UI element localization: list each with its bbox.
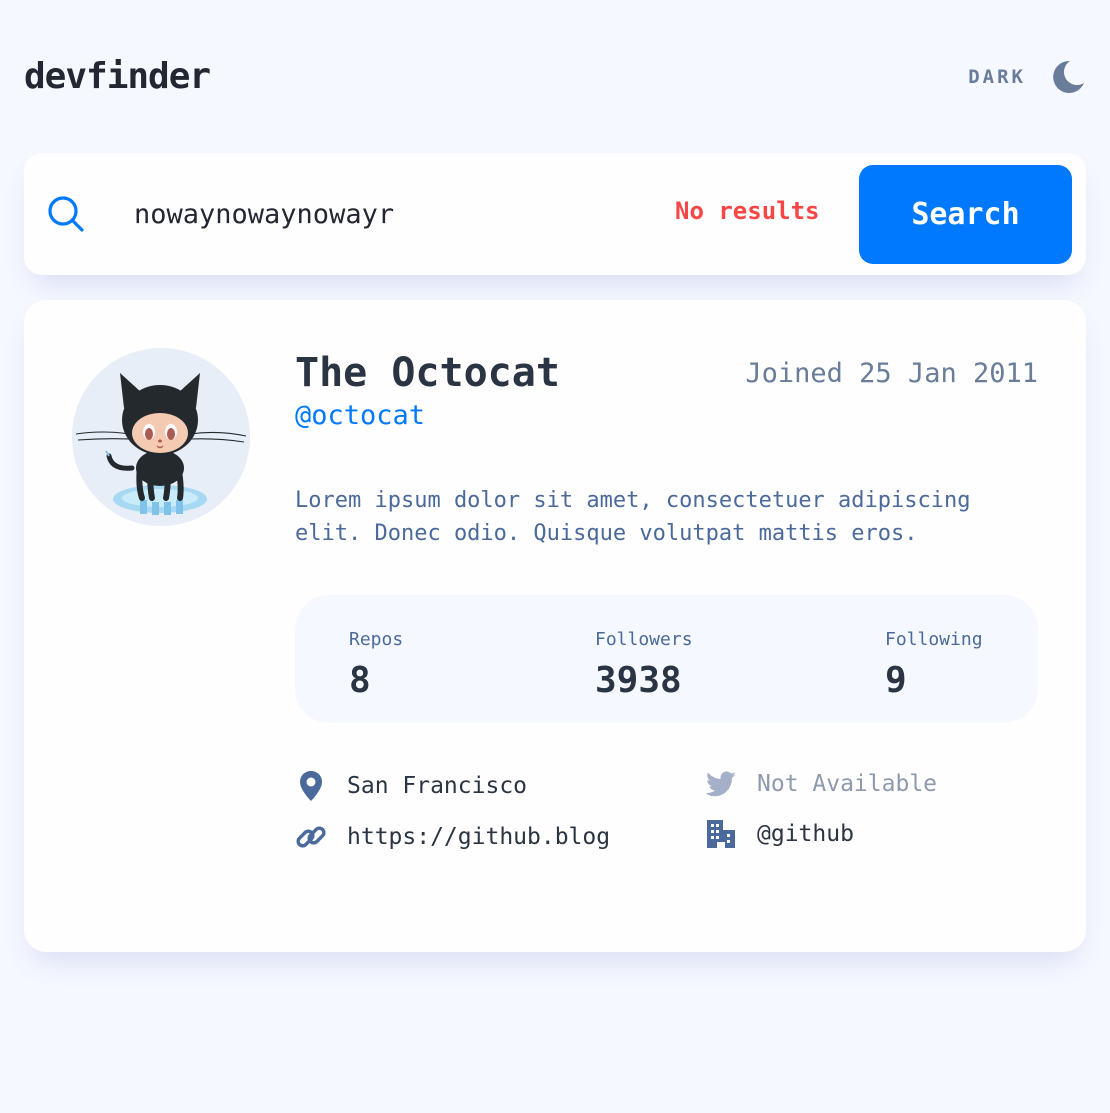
- stat-following-label: Following: [885, 629, 983, 650]
- profile-login-link[interactable]: @octocat: [295, 400, 425, 431]
- profile-card: The Octocat Joined 25 Jan 2011 @octocat …: [24, 300, 1086, 952]
- theme-toggle-button[interactable]: DARK: [956, 52, 1086, 102]
- stat-following: Following 9: [885, 629, 983, 701]
- stat-repos: Repos 8: [349, 629, 403, 701]
- stat-repos-value: 8: [349, 660, 371, 701]
- blog-item[interactable]: https://github.blog: [295, 817, 610, 857]
- search-bar: No results Search: [24, 153, 1086, 275]
- company-item[interactable]: @github: [705, 814, 854, 854]
- profile-name: The Octocat: [295, 350, 560, 396]
- location-pin-icon: [300, 771, 322, 801]
- stat-repos-label: Repos: [349, 629, 404, 650]
- twitter-text: Not Available: [757, 771, 938, 797]
- company-text[interactable]: @github: [757, 821, 854, 847]
- search-input[interactable]: [134, 189, 654, 239]
- theme-toggle-label: DARK: [968, 66, 1026, 88]
- octocat-avatar-image: [72, 348, 250, 526]
- avatar: [72, 348, 250, 526]
- twitter-icon: [706, 771, 736, 797]
- stat-following-value: 9: [885, 660, 907, 701]
- stat-followers-value: 3938: [595, 660, 682, 701]
- stat-followers: Followers 3938: [595, 629, 693, 701]
- search-button[interactable]: Search: [859, 165, 1072, 264]
- search-error-message: No results: [675, 197, 820, 225]
- app-header: devfinder DARK: [24, 52, 1086, 106]
- search-icon: [48, 196, 84, 232]
- stats-panel: Repos 8 Followers 3938 Following 9: [295, 595, 1038, 723]
- building-icon: [707, 820, 735, 848]
- blog-link[interactable]: https://github.blog: [347, 824, 610, 850]
- app-logo: devfinder: [24, 56, 211, 97]
- location-item: San Francisco: [295, 766, 527, 806]
- twitter-item: Not Available: [705, 764, 937, 804]
- joined-date: Joined 25 Jan 2011: [745, 358, 1038, 389]
- moon-icon: [1053, 60, 1084, 93]
- location-text: San Francisco: [347, 773, 528, 799]
- link-icon: [296, 826, 326, 848]
- profile-links: San Francisco https://github.blog Not Av…: [295, 766, 1038, 876]
- stat-followers-label: Followers: [595, 629, 693, 650]
- profile-bio: Lorem ipsum dolor sit amet, consectetuer…: [295, 488, 971, 546]
